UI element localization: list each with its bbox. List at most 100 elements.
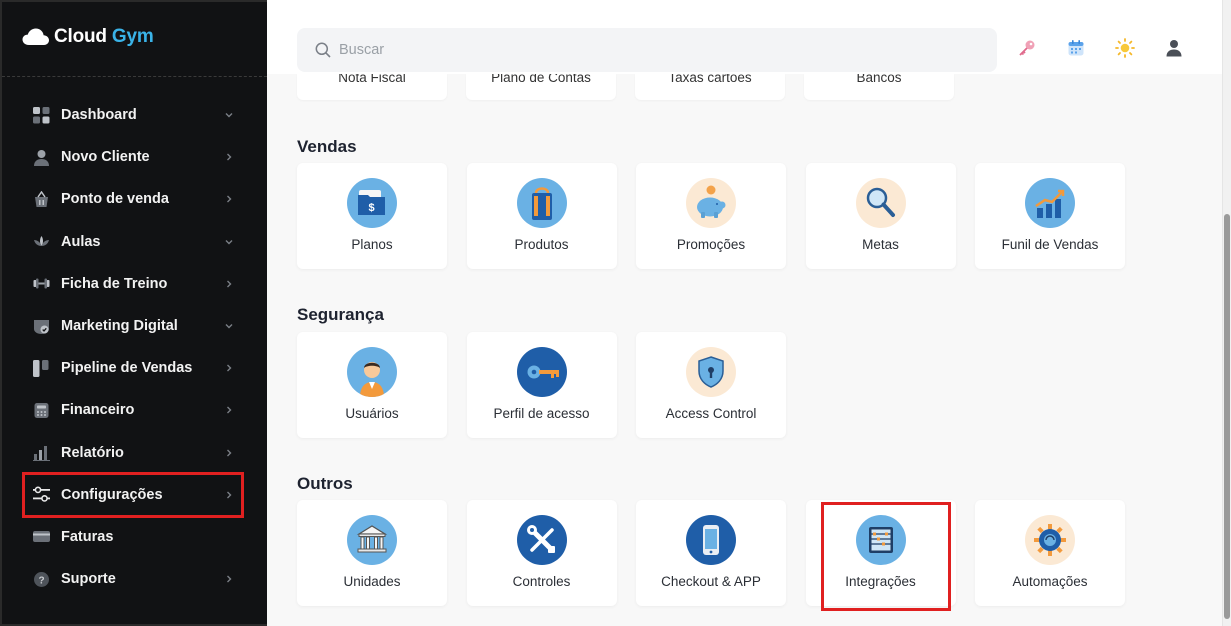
sidebar-item-suporte[interactable]: ? Suporte: [24, 558, 242, 600]
abacus-icon: [855, 515, 906, 565]
search-input[interactable]: [339, 42, 939, 58]
dashboard-grid-icon: [32, 106, 50, 124]
card-metas[interactable]: Metas: [805, 163, 956, 269]
card-label: Bancos: [856, 74, 902, 85]
card-plano-de-contas[interactable]: Plano de Contas: [466, 74, 616, 100]
sidebar-item-label: Dashboard: [61, 107, 137, 124]
sidebar-item-novo-cliente[interactable]: Novo Cliente: [24, 136, 242, 178]
chevron-right-icon: [227, 406, 232, 414]
sidebar-item-faturas[interactable]: Faturas: [24, 516, 242, 558]
user-profile-icon[interactable]: [1164, 38, 1184, 58]
tools-icon: [516, 515, 567, 565]
card-icon: [32, 528, 50, 546]
card-funil-de-vendas[interactable]: Funil de Vendas: [975, 163, 1125, 269]
card-label: Integrações: [845, 574, 916, 589]
card-label: Planos: [351, 237, 393, 252]
search-icon: [315, 42, 331, 58]
chevron-right-icon: [227, 449, 232, 457]
section-title-vendas: Vendas: [297, 137, 357, 156]
sidebar-item-label: Aulas: [61, 233, 101, 250]
card-usuarios[interactable]: Usuários: [297, 332, 447, 438]
shield-lock-icon: [686, 347, 736, 397]
brand-logo[interactable]: Cloud Gym: [22, 26, 154, 48]
chevron-right-icon: [227, 575, 232, 583]
card-bancos[interactable]: Bancos: [804, 74, 954, 100]
smartphone-icon: [686, 515, 736, 565]
calculator-icon: [32, 401, 50, 419]
bar-chart-icon: [32, 444, 50, 462]
lotus-icon: [32, 233, 50, 251]
key-access-icon: [516, 347, 567, 397]
card-checkout-app[interactable]: Checkout & APP: [636, 500, 786, 606]
sidebar-item-aulas[interactable]: Aulas: [24, 221, 242, 263]
folder-dollar-icon: $: [347, 178, 397, 228]
card-label: Produtos: [514, 237, 569, 252]
cards-outros: Unidades Controles Checkout & APP Integr…: [297, 500, 1125, 611]
card-taxas-cartoes[interactable]: Taxas cartões: [635, 74, 785, 100]
sidebar-item-marketing-digital[interactable]: Marketing Digital: [24, 305, 242, 347]
sidebar-item-ponto-de-venda[interactable]: Ponto de venda: [24, 178, 242, 220]
cards-vendas: $ Planos Produtos Promoções Metas Funil …: [297, 163, 1125, 269]
svg-text:$: $: [368, 202, 374, 214]
section-title-seguranca: Segurança: [297, 305, 384, 324]
chevron-down-icon: [225, 239, 233, 245]
sidebar-item-label: Ficha de Treino: [61, 275, 168, 292]
card-label: Nota Fiscal: [338, 74, 406, 85]
sun-icon[interactable]: [1115, 38, 1135, 58]
basket-icon: [32, 190, 50, 208]
person-icon: [347, 347, 397, 397]
card-controles[interactable]: Controles: [466, 500, 617, 606]
sidebar-item-configuracoes[interactable]: Configurações: [22, 471, 244, 518]
chevron-down-icon: [225, 113, 233, 118]
sidebar-item-label: Relatório: [61, 444, 124, 461]
chevron-right-icon: [227, 195, 232, 203]
card-perfil-de-acesso[interactable]: Perfil de acesso: [466, 332, 617, 438]
card-access-control[interactable]: Access Control: [636, 332, 786, 438]
card-label: Automações: [1012, 574, 1088, 589]
help-icon: ?: [32, 570, 50, 588]
scrollbar[interactable]: [1222, 0, 1231, 626]
card-label: Controles: [512, 574, 571, 589]
card-unidades[interactable]: Unidades: [297, 500, 447, 606]
topbar-actions: [1017, 38, 1184, 58]
sidebar-item-label: Ponto de venda: [61, 191, 169, 208]
gear-automation-icon: [1025, 515, 1075, 565]
sidebar-item-pipeline-de-vendas[interactable]: Pipeline de Vendas: [24, 347, 242, 389]
chevron-right-icon: [227, 280, 232, 288]
sidebar-item-relatorio[interactable]: Relatório: [24, 432, 242, 474]
section-title-outros: Outros: [297, 474, 353, 493]
card-integracoes[interactable]: Integrações: [805, 500, 956, 611]
chevron-down-icon: [225, 324, 233, 329]
card-produtos[interactable]: Produtos: [466, 163, 617, 269]
sidebar-item-financeiro[interactable]: Financeiro: [24, 389, 242, 431]
brand-name-gym: Gym: [111, 26, 154, 47]
sidebar-nav: Dashboard Novo Cliente Ponto de venda Au…: [22, 94, 244, 600]
cards-seguranca: Usuários Perfil de acesso Access Control: [297, 332, 786, 438]
sidebar-item-ficha-de-treino[interactable]: Ficha de Treino: [24, 263, 242, 305]
topbar: [267, 0, 1222, 74]
piggy-bank-icon: [686, 178, 736, 228]
sidebar-item-label: Pipeline de Vendas: [61, 360, 193, 377]
sidebar: Cloud Gym Dashboard Novo Cliente Ponto d…: [0, 0, 267, 626]
card-label: Perfil de acesso: [493, 406, 590, 421]
calendar-icon[interactable]: [1066, 38, 1086, 58]
shopping-bag-icon: [516, 178, 567, 228]
sidebar-item-label: Financeiro: [61, 402, 135, 419]
card-automacoes[interactable]: Automações: [975, 500, 1125, 606]
card-promocoes[interactable]: Promoções: [636, 163, 786, 269]
card-nota-fiscal[interactable]: Nota Fiscal: [297, 74, 447, 100]
sidebar-item-label: Faturas: [61, 528, 114, 545]
search-bar[interactable]: [297, 28, 997, 72]
magnifier-icon: [855, 178, 906, 228]
sliders-icon: [32, 486, 50, 504]
sidebar-item-label: Novo Cliente: [61, 149, 150, 166]
sidebar-item-dashboard[interactable]: Dashboard: [24, 94, 242, 136]
chevron-right-icon: [227, 491, 232, 499]
card-label: Checkout & APP: [661, 574, 761, 589]
cloud-logo-icon: [22, 28, 49, 45]
building-columns-icon: [347, 515, 397, 565]
scrollbar-thumb[interactable]: [1224, 214, 1230, 619]
key-icon[interactable]: [1017, 38, 1037, 58]
card-planos[interactable]: $ Planos: [297, 163, 447, 269]
chevron-right-icon: [227, 364, 232, 372]
